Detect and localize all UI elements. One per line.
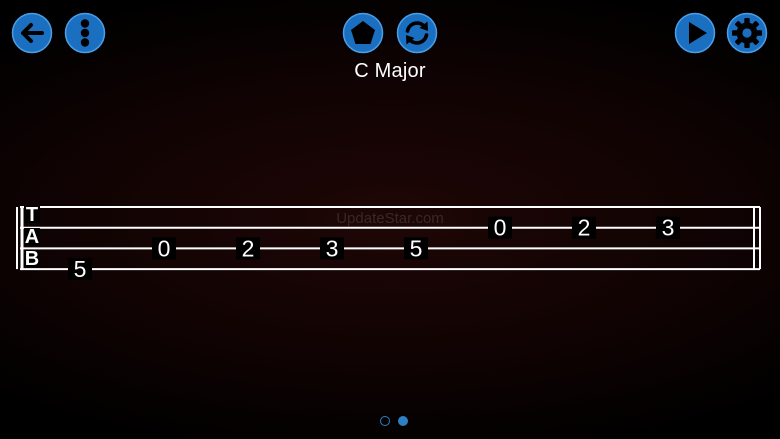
page-dot[interactable] — [380, 416, 390, 426]
page-dot[interactable] — [398, 416, 408, 426]
clef-letter: B — [25, 248, 39, 270]
fret-number: 2 — [578, 215, 591, 241]
clef-letter: A — [25, 226, 39, 248]
clef-letter: T — [26, 204, 38, 226]
fret-number: 0 — [158, 235, 171, 261]
page-indicator — [380, 414, 420, 428]
fret-number: 5 — [74, 256, 87, 282]
tab-staff: TAB 5 0 2 3 5 0 2 3 — [16, 204, 761, 282]
fret-number: 5 — [410, 235, 423, 261]
fret-number: 3 — [662, 215, 675, 241]
fret-number: 3 — [326, 235, 339, 261]
fret-number: 2 — [242, 235, 255, 261]
fret-number: 0 — [494, 215, 507, 241]
